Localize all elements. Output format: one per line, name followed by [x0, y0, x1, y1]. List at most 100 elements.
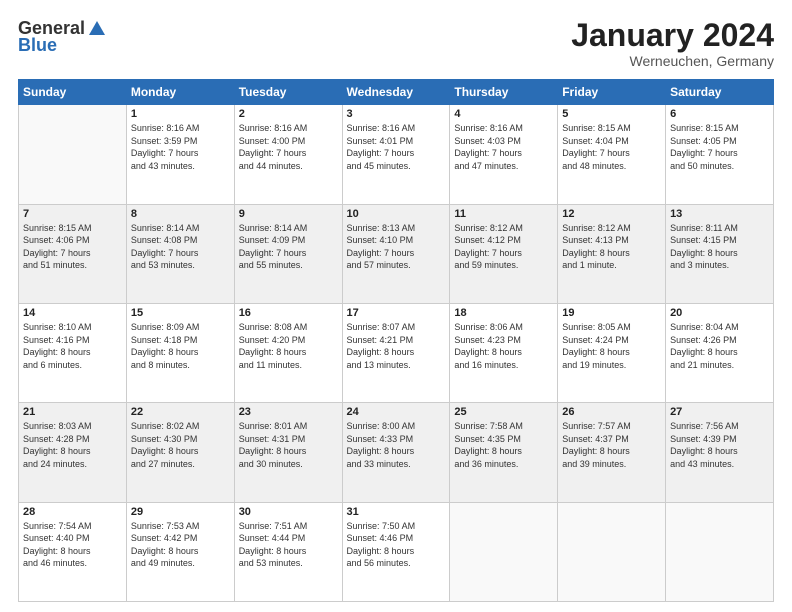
logo-blue-text: Blue: [18, 35, 57, 56]
calendar-cell: 29 Sunrise: 7:53 AM Sunset: 4:42 PM Dayli…: [126, 502, 234, 601]
day-number: 13: [670, 208, 769, 220]
header-monday: Monday: [126, 80, 234, 105]
header-friday: Friday: [558, 80, 666, 105]
calendar-cell: 25 Sunrise: 7:58 AM Sunset: 4:35 PM Dayli…: [450, 403, 558, 502]
day-number: 29: [131, 506, 230, 518]
calendar-cell: 5 Sunrise: 8:15 AM Sunset: 4:04 PM Daylig…: [558, 105, 666, 204]
day-number: 2: [239, 108, 338, 120]
day-info: Sunrise: 8:08 AM Sunset: 4:20 PM Dayligh…: [239, 321, 338, 371]
calendar-cell: 11 Sunrise: 8:12 AM Sunset: 4:12 PM Dayli…: [450, 204, 558, 303]
day-info: Sunrise: 8:12 AM Sunset: 4:13 PM Dayligh…: [562, 222, 661, 272]
day-info: Sunrise: 8:14 AM Sunset: 4:09 PM Dayligh…: [239, 222, 338, 272]
day-info: Sunrise: 8:16 AM Sunset: 4:01 PM Dayligh…: [347, 122, 446, 172]
calendar-cell: 30 Sunrise: 7:51 AM Sunset: 4:44 PM Dayli…: [234, 502, 342, 601]
calendar-cell: 15Sunrise: 8:09 AM Sunset: 4:18 PM Dayli…: [126, 303, 234, 402]
header-thursday: Thursday: [450, 80, 558, 105]
calendar-cell: 17 Sunrise: 8:07 AM Sunset: 4:21 PM Dayli…: [342, 303, 450, 402]
day-number: 17: [347, 307, 446, 319]
day-number: 30: [239, 506, 338, 518]
day-number: 25: [454, 406, 553, 418]
calendar-week-row: 28 Sunrise: 7:54 AM Sunset: 4:40 PM Dayli…: [19, 502, 774, 601]
day-info: Sunrise: 8:01 AM Sunset: 4:31 PM Dayligh…: [239, 420, 338, 470]
day-info: Sunrise: 8:15 AM Sunset: 4:06 PM Dayligh…: [23, 222, 122, 272]
day-info: Sunrise: 8:03 AM Sunset: 4:28 PM Dayligh…: [23, 420, 122, 470]
day-info: Sunrise: 7:51 AM Sunset: 4:44 PM Dayligh…: [239, 520, 338, 570]
calendar-week-row: 7 Sunrise: 8:15 AM Sunset: 4:06 PM Daylig…: [19, 204, 774, 303]
day-number: 5: [562, 108, 661, 120]
day-number: 15: [131, 307, 230, 319]
day-info: Sunrise: 8:07 AM Sunset: 4:21 PM Dayligh…: [347, 321, 446, 371]
logo-icon: [87, 19, 107, 39]
calendar-cell: [558, 502, 666, 601]
calendar-cell: 12 Sunrise: 8:12 AM Sunset: 4:13 PM Dayli…: [558, 204, 666, 303]
day-info: Sunrise: 8:10 AM Sunset: 4:16 PM Dayligh…: [23, 321, 122, 371]
calendar-cell: 14 Sunrise: 8:10 AM Sunset: 4:16 PM Dayli…: [19, 303, 127, 402]
day-info: Sunrise: 7:58 AM Sunset: 4:35 PM Dayligh…: [454, 420, 553, 470]
day-info: Sunrise: 7:53 AM Sunset: 4:42 PM Dayligh…: [131, 520, 230, 570]
day-info: Sunrise: 8:13 AM Sunset: 4:10 PM Dayligh…: [347, 222, 446, 272]
day-number: 8: [131, 208, 230, 220]
day-info: Sunrise: 8:11 AM Sunset: 4:15 PM Dayligh…: [670, 222, 769, 272]
header: General Blue January 2024 Werneuchen, Ge…: [18, 18, 774, 69]
day-info: Sunrise: 8:16 AM Sunset: 3:59 PM Dayligh…: [131, 122, 230, 172]
header-wednesday: Wednesday: [342, 80, 450, 105]
weekday-header-row: Sunday Monday Tuesday Wednesday Thursday…: [19, 80, 774, 105]
day-info: Sunrise: 7:54 AM Sunset: 4:40 PM Dayligh…: [23, 520, 122, 570]
day-info: Sunrise: 8:16 AM Sunset: 4:03 PM Dayligh…: [454, 122, 553, 172]
day-info: Sunrise: 7:56 AM Sunset: 4:39 PM Dayligh…: [670, 420, 769, 470]
day-number: 6: [670, 108, 769, 120]
calendar-cell: 19 Sunrise: 8:05 AM Sunset: 4:24 PM Dayli…: [558, 303, 666, 402]
day-number: 22: [131, 406, 230, 418]
calendar-week-row: 14 Sunrise: 8:10 AM Sunset: 4:16 PM Dayli…: [19, 303, 774, 402]
day-number: 4: [454, 108, 553, 120]
logo: General Blue: [18, 18, 107, 56]
calendar-cell: 18Sunrise: 8:06 AM Sunset: 4:23 PM Dayli…: [450, 303, 558, 402]
page: General Blue January 2024 Werneuchen, Ge…: [0, 0, 792, 612]
day-number: 10: [347, 208, 446, 220]
calendar-cell: 27Sunrise: 7:56 AM Sunset: 4:39 PM Dayli…: [666, 403, 774, 502]
calendar-cell: 7 Sunrise: 8:15 AM Sunset: 4:06 PM Daylig…: [19, 204, 127, 303]
day-info: Sunrise: 8:15 AM Sunset: 4:04 PM Dayligh…: [562, 122, 661, 172]
day-number: 23: [239, 406, 338, 418]
calendar-cell: 23 Sunrise: 8:01 AM Sunset: 4:31 PM Dayli…: [234, 403, 342, 502]
calendar-cell: 22Sunrise: 8:02 AM Sunset: 4:30 PM Dayli…: [126, 403, 234, 502]
day-number: 3: [347, 108, 446, 120]
day-number: 26: [562, 406, 661, 418]
calendar-cell: 31 Sunrise: 7:50 AM Sunset: 4:46 PM Dayli…: [342, 502, 450, 601]
day-info: Sunrise: 7:50 AM Sunset: 4:46 PM Dayligh…: [347, 520, 446, 570]
day-info: Sunrise: 8:05 AM Sunset: 4:24 PM Dayligh…: [562, 321, 661, 371]
day-number: 24: [347, 406, 446, 418]
calendar-cell: [450, 502, 558, 601]
calendar-cell: 13 Sunrise: 8:11 AM Sunset: 4:15 PM Dayli…: [666, 204, 774, 303]
day-info: Sunrise: 7:57 AM Sunset: 4:37 PM Dayligh…: [562, 420, 661, 470]
day-number: 11: [454, 208, 553, 220]
calendar-cell: 10 Sunrise: 8:13 AM Sunset: 4:10 PM Dayli…: [342, 204, 450, 303]
calendar-cell: 9 Sunrise: 8:14 AM Sunset: 4:09 PM Daylig…: [234, 204, 342, 303]
calendar: Sunday Monday Tuesday Wednesday Thursday…: [18, 79, 774, 602]
day-info: Sunrise: 8:00 AM Sunset: 4:33 PM Dayligh…: [347, 420, 446, 470]
calendar-cell: 3 Sunrise: 8:16 AM Sunset: 4:01 PM Daylig…: [342, 105, 450, 204]
calendar-cell: [19, 105, 127, 204]
day-number: 20: [670, 307, 769, 319]
day-number: 28: [23, 506, 122, 518]
day-number: 21: [23, 406, 122, 418]
day-number: 14: [23, 307, 122, 319]
calendar-cell: 28 Sunrise: 7:54 AM Sunset: 4:40 PM Dayli…: [19, 502, 127, 601]
header-saturday: Saturday: [666, 80, 774, 105]
title-block: January 2024 Werneuchen, Germany: [571, 18, 774, 69]
calendar-week-row: 1Sunrise: 8:16 AM Sunset: 3:59 PM Daylig…: [19, 105, 774, 204]
day-number: 12: [562, 208, 661, 220]
calendar-cell: 26 Sunrise: 7:57 AM Sunset: 4:37 PM Dayli…: [558, 403, 666, 502]
calendar-cell: 20 Sunrise: 8:04 AM Sunset: 4:26 PM Dayli…: [666, 303, 774, 402]
day-number: 9: [239, 208, 338, 220]
calendar-cell: 1Sunrise: 8:16 AM Sunset: 3:59 PM Daylig…: [126, 105, 234, 204]
day-number: 7: [23, 208, 122, 220]
day-info: Sunrise: 8:12 AM Sunset: 4:12 PM Dayligh…: [454, 222, 553, 272]
day-number: 19: [562, 307, 661, 319]
calendar-cell: 21 Sunrise: 8:03 AM Sunset: 4:28 PM Dayli…: [19, 403, 127, 502]
calendar-cell: 2Sunrise: 8:16 AM Sunset: 4:00 PM Daylig…: [234, 105, 342, 204]
day-number: 16: [239, 307, 338, 319]
day-info: Sunrise: 8:06 AM Sunset: 4:23 PM Dayligh…: [454, 321, 553, 371]
day-info: Sunrise: 8:04 AM Sunset: 4:26 PM Dayligh…: [670, 321, 769, 371]
day-number: 31: [347, 506, 446, 518]
